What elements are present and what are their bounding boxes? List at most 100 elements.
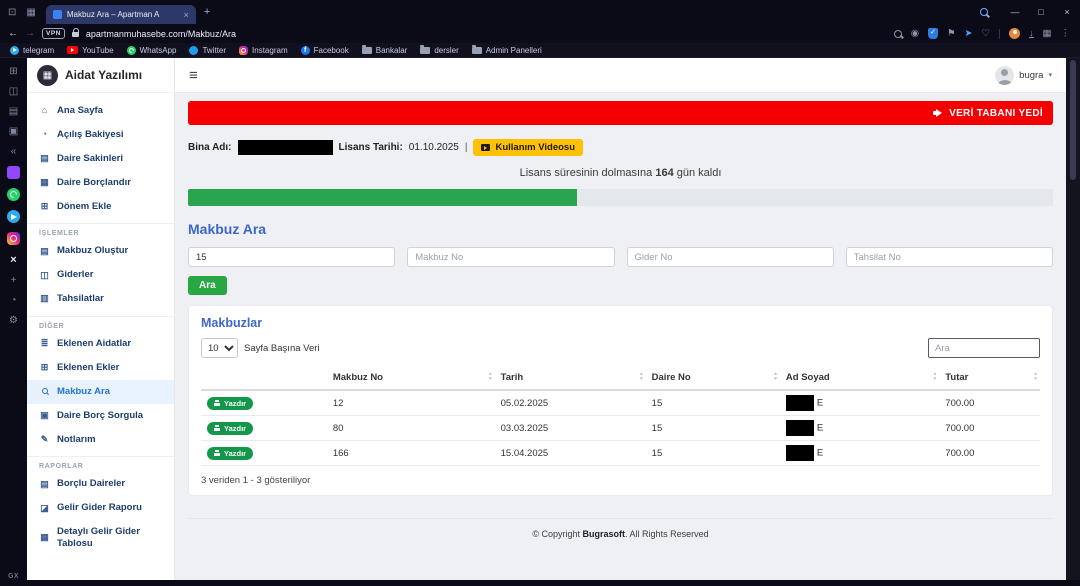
page-title: Makbuz Ara: [188, 221, 1053, 237]
ad-soyad-column-header[interactable]: Ad Soyad: [780, 366, 939, 390]
send-icon[interactable]: ➤: [965, 28, 973, 39]
bookmark-facebook[interactable]: Facebook: [301, 46, 349, 55]
hamburger-icon[interactable]: ≡: [189, 67, 198, 84]
search-button[interactable]: Ara: [188, 276, 227, 295]
page-scrollbar[interactable]: [1066, 58, 1080, 586]
instagram-icon: [239, 46, 248, 55]
download-icon[interactable]: ↓: [1029, 29, 1034, 38]
browser-search-icon[interactable]: [980, 8, 988, 16]
print-button[interactable]: Yazdır: [207, 447, 253, 460]
sidebar-item-daire-sakinleri[interactable]: ▤Daire Sakinleri: [27, 147, 174, 171]
sidebar-item-donem-ekle[interactable]: ⊞Dönem Ekle: [27, 195, 174, 219]
bookmark-twitter[interactable]: Twitter: [189, 46, 226, 55]
scrollbar-thumb[interactable]: [1070, 60, 1076, 180]
shield-check-icon[interactable]: [928, 28, 938, 39]
telegram-sidebar-icon[interactable]: [7, 210, 20, 223]
speed-dial-icon[interactable]: ⊞: [9, 66, 17, 77]
sidebar-item-detayli-gelir-gider-tablosu[interactable]: ▦Detaylı Gelir Gider Tablosu: [27, 520, 174, 556]
chevron-down-icon: ▾: [1048, 71, 1052, 79]
twitch-icon[interactable]: [7, 166, 20, 179]
sidebar-item-ana-sayfa[interactable]: ⌂Ana Sayfa: [27, 99, 174, 123]
bookmark-youtube[interactable]: YouTube: [67, 46, 113, 55]
makbuz-no-input[interactable]: [407, 247, 614, 267]
bina-adi-label: Bina Adı:: [188, 142, 232, 153]
sidebar-item-daire-borc-sorgula[interactable]: ▣Daire Borç Sorgula: [27, 404, 174, 428]
user-name: bugra: [1019, 70, 1043, 81]
add-service-icon[interactable]: +: [11, 275, 17, 286]
url-text[interactable]: apartmanmuhasebe.com/Makbuz/Ara: [86, 29, 236, 39]
sidebar-item-gelir-gider-raporu[interactable]: ◪Gelir Gider Raporu: [27, 496, 174, 520]
bookmark-whatsapp[interactable]: WhatsApp: [127, 46, 177, 55]
app-logo-row[interactable]: ▦ Aidat Yazılımı: [27, 58, 174, 93]
vpn-badge[interactable]: VPN: [42, 28, 65, 39]
settings-icon[interactable]: ⚙: [9, 315, 18, 326]
detailed-table-icon: ▦: [39, 532, 50, 543]
page-size-select[interactable]: 10: [201, 338, 238, 358]
search-icon[interactable]: [894, 30, 902, 38]
daire-no-input[interactable]: [188, 247, 395, 267]
player-icon[interactable]: ▤: [9, 106, 18, 117]
messages-icon[interactable]: ◫: [9, 86, 18, 97]
browser-menu-icon[interactable]: ⊡: [8, 7, 16, 18]
close-button[interactable]: ×: [1054, 7, 1080, 17]
instagram-sidebar-icon[interactable]: [7, 232, 20, 245]
print-button[interactable]: Yazdır: [207, 397, 253, 410]
bookmark-folder-dersler[interactable]: dersler: [420, 46, 458, 55]
bookmark-folder-bankalar[interactable]: Bankalar: [362, 46, 408, 55]
tab-overview-icon[interactable]: ▦: [26, 7, 35, 18]
daire-no-column-header[interactable]: Daire No: [646, 366, 780, 390]
backup-banner[interactable]: VERİ TABANI YEDİ: [188, 101, 1053, 125]
x-sidebar-icon[interactable]: ×: [10, 254, 16, 266]
sort-icon: [934, 372, 937, 381]
maximize-button[interactable]: □: [1028, 7, 1054, 17]
pinboard-icon[interactable]: ▣: [9, 126, 18, 137]
history-icon[interactable]: ◔: [10, 295, 16, 306]
extensions-icon[interactable]: ▦: [1043, 28, 1052, 39]
tahsilat-no-input[interactable]: [846, 247, 1053, 267]
collapse-icon[interactable]: «: [11, 146, 17, 157]
sidebar-item-tahsilatlar[interactable]: ▥Tahsilatlar: [27, 287, 174, 311]
whatsapp-sidebar-icon[interactable]: [7, 188, 20, 201]
sidebar-item-notlarim[interactable]: ✎Notlarım: [27, 428, 174, 452]
sidebar-item-makbuz-ara[interactable]: Makbuz Ara: [27, 380, 174, 404]
debt-query-icon: ▣: [39, 410, 50, 421]
results-table: Makbuz No Tarih Daire No Ad Soyad Tutar …: [201, 366, 1040, 466]
page-footer: © Copyright Bugrasoft. All Rights Reserv…: [188, 518, 1053, 539]
sidebar-item-giderler[interactable]: ◫Giderler: [27, 263, 174, 287]
browser-tab[interactable]: Makbuz Ara – Apartman A ×: [46, 5, 196, 24]
tarih-column-header[interactable]: Tarih: [495, 366, 646, 390]
heart-icon[interactable]: ♡: [981, 28, 990, 39]
bookmark-instagram[interactable]: Instagram: [239, 46, 288, 55]
sidebar-item-acilis-bakiyesi[interactable]: ◔Açılış Bakiyesi: [27, 123, 174, 147]
overflow-menu-icon[interactable]: ⋮: [1061, 28, 1071, 39]
sidebar-item-makbuz-olustur[interactable]: ▤Makbuz Oluştur: [27, 239, 174, 263]
bookmark-telegram[interactable]: telegram: [10, 46, 54, 55]
sidebar-item-daire-borclandir[interactable]: ▦Daire Borçlandır: [27, 171, 174, 195]
user-menu[interactable]: bugra ▾: [995, 66, 1052, 85]
new-tab-button[interactable]: +: [204, 6, 210, 18]
profile-icon[interactable]: [1009, 28, 1020, 39]
snapshot-icon[interactable]: ◉: [911, 28, 919, 39]
actions-column-header[interactable]: [201, 366, 327, 390]
gx-logo[interactable]: GX: [8, 573, 19, 580]
back-icon[interactable]: ←: [8, 28, 18, 39]
tutar-column-header[interactable]: Tutar: [939, 366, 1040, 390]
lock-icon[interactable]: [72, 32, 79, 37]
sidebar-item-eklenen-ekler[interactable]: ⊞Eklenen Ekler: [27, 356, 174, 380]
forward-icon[interactable]: →: [25, 28, 35, 39]
print-button[interactable]: Yazdır: [207, 422, 253, 435]
sidebar-item-borclu-daireler[interactable]: ▤Borçlu Daireler: [27, 472, 174, 496]
app-main: ≡ bugra ▾ VERİ TABANI YEDİ Bina Adı: Lis…: [175, 58, 1066, 580]
search-inputs: [188, 247, 1053, 267]
gider-no-input[interactable]: [627, 247, 834, 267]
add-period-icon: ⊞: [39, 201, 50, 212]
sidebar-item-eklenen-aidatlar[interactable]: ≣Eklenen Aidatlar: [27, 332, 174, 356]
avatar: [995, 66, 1014, 85]
makbuz-no-column-header[interactable]: Makbuz No: [327, 366, 495, 390]
minimize-button[interactable]: —: [1002, 7, 1028, 17]
table-filter-input[interactable]: [928, 338, 1040, 358]
bookmark-folder-admin-panelleri[interactable]: Admin Panelleri: [472, 46, 542, 55]
usage-video-button[interactable]: Kullanım Videosu: [473, 139, 583, 156]
flag-icon[interactable]: ⚑: [947, 28, 956, 39]
tab-close-icon[interactable]: ×: [184, 10, 189, 20]
